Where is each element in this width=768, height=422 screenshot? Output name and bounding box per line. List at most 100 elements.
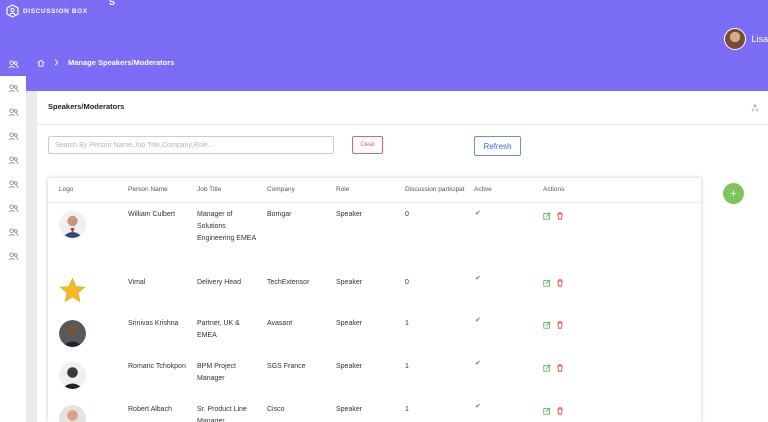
person-photo <box>59 405 86 422</box>
users-icon <box>7 59 19 68</box>
delete-icon[interactable] <box>556 212 564 220</box>
job-title: BPM Project Manager <box>197 363 236 382</box>
company: SGS France <box>267 363 306 370</box>
user-name: Lisa <box>751 34 768 44</box>
users-icon <box>7 251 19 260</box>
refresh-button[interactable]: Refresh <box>474 136 521 156</box>
users-icon <box>7 83 19 92</box>
app-logo-text: DISCUSSION BOX <box>23 7 88 15</box>
table-row[interactable]: William Culbert Manager of Solutions Eng… <box>48 202 701 245</box>
sidebar-item-5[interactable] <box>0 148 26 172</box>
users-icon <box>7 203 19 212</box>
role: Speaker <box>336 320 363 327</box>
active-check-icon: ✔ <box>475 403 481 410</box>
person-name: William Culbert <box>128 211 176 218</box>
delete-icon[interactable] <box>556 407 564 415</box>
clear-button[interactable]: Clear <box>352 136 383 154</box>
delete-icon[interactable] <box>556 321 564 329</box>
job-title: Manager of Solutions Engineering EMEA <box>197 211 257 242</box>
job-title: Delivery Head <box>197 279 241 286</box>
header-logo: Logo <box>59 186 74 193</box>
active-check-icon: ✔ <box>475 275 481 282</box>
sidebar-item-4[interactable] <box>0 124 26 148</box>
header-company: Company <box>267 186 295 193</box>
person-name: Robert Albach <box>128 406 172 413</box>
user-avatar[interactable] <box>724 28 747 50</box>
speakers-table: Logo Person Name Job Title Company Role … <box>48 178 701 422</box>
row-actions <box>543 321 564 329</box>
table-row[interactable]: Vimal Delivery Head TechExtensor Speaker… <box>48 269 701 312</box>
discussion-count: 1 <box>405 320 409 327</box>
chevron-right-icon <box>54 59 59 66</box>
table-header: Logo Person Name Job Title Company Role … <box>48 178 701 203</box>
sidebar-item-2[interactable] <box>0 76 26 100</box>
table-row[interactable]: Romaric Tchokpon BPM Project Manager SGS… <box>48 355 701 398</box>
discussion-count: 1 <box>405 363 409 370</box>
logo-mark: S <box>109 0 116 7</box>
person-name: Romaric Tchokpon <box>128 363 186 370</box>
users-icon <box>7 179 19 188</box>
breadcrumb-current: Manage Speakers/Moderators <box>68 58 175 67</box>
company: Bomgar <box>267 211 292 218</box>
header-role: Role <box>336 186 350 193</box>
users-icon <box>7 107 19 116</box>
edit-icon[interactable] <box>543 321 551 329</box>
edit-icon[interactable] <box>543 364 551 372</box>
top-header: DISCUSSION BOX S Lisa Manage Speakers/Mo… <box>0 0 768 91</box>
collapse-icon[interactable] <box>751 104 759 112</box>
sidebar <box>0 52 26 422</box>
discussion-count: 0 <box>405 279 409 286</box>
sidebar-item-speakers[interactable] <box>0 52 26 76</box>
user-menu[interactable]: Lisa <box>724 28 768 50</box>
row-actions <box>543 407 564 415</box>
table-row[interactable]: Srinivas Krishna Partner, UK & EMEA Avas… <box>48 312 701 355</box>
sidebar-item-9[interactable] <box>0 244 26 268</box>
edit-icon[interactable] <box>543 279 551 287</box>
edit-icon[interactable] <box>543 407 551 415</box>
role: Speaker <box>336 363 363 370</box>
person-name: Vimal <box>128 279 146 286</box>
delete-icon[interactable] <box>556 279 564 287</box>
panel-divider <box>37 124 768 125</box>
person-photo <box>59 211 86 238</box>
sidebar-item-6[interactable] <box>0 172 26 196</box>
app-logo[interactable]: DISCUSSION BOX <box>6 4 88 18</box>
company: Avasant <box>267 320 293 327</box>
row-actions <box>543 279 564 287</box>
users-icon <box>7 155 19 164</box>
company: Cisco <box>267 406 285 413</box>
role: Speaker <box>336 279 363 286</box>
person-photo <box>59 320 86 347</box>
header-job-title: Job Title <box>197 186 222 193</box>
speakers-panel: Speakers/Moderators Clear Refresh + Logo… <box>37 91 768 422</box>
header-actions: Actions <box>543 186 565 193</box>
company: TechExtensor <box>267 279 310 286</box>
row-actions <box>543 364 564 372</box>
discussion-count: 0 <box>405 211 409 218</box>
table-row[interactable]: Robert Albach Sr. Product Line Manager C… <box>48 398 701 422</box>
active-check-icon: ✔ <box>475 360 481 367</box>
star-icon <box>59 277 86 303</box>
sidebar-item-8[interactable] <box>0 220 26 244</box>
header-discussion: Discussion participation <box>405 186 465 193</box>
edit-icon[interactable] <box>543 212 551 220</box>
job-title: Sr. Product Line Manager <box>197 406 247 422</box>
job-title: Partner, UK & EMEA <box>197 320 240 339</box>
search-input[interactable] <box>48 136 334 154</box>
users-icon <box>7 131 19 140</box>
row-actions <box>543 212 564 220</box>
panel-title: Speakers/Moderators <box>48 102 125 111</box>
add-speaker-button[interactable]: + <box>723 183 744 204</box>
person-name: Srinivas Krishna <box>128 320 179 327</box>
person-photo <box>59 362 86 389</box>
sidebar-item-3[interactable] <box>0 100 26 124</box>
active-check-icon: ✔ <box>475 210 481 217</box>
home-icon[interactable] <box>37 59 45 67</box>
breadcrumb: Manage Speakers/Moderators <box>37 58 174 67</box>
sidebar-item-7[interactable] <box>0 196 26 220</box>
active-check-icon: ✔ <box>475 317 481 324</box>
header-person-name: Person Name <box>128 186 168 193</box>
delete-icon[interactable] <box>556 364 564 372</box>
discussion-count: 1 <box>405 406 409 413</box>
header-active: Active <box>474 186 492 193</box>
